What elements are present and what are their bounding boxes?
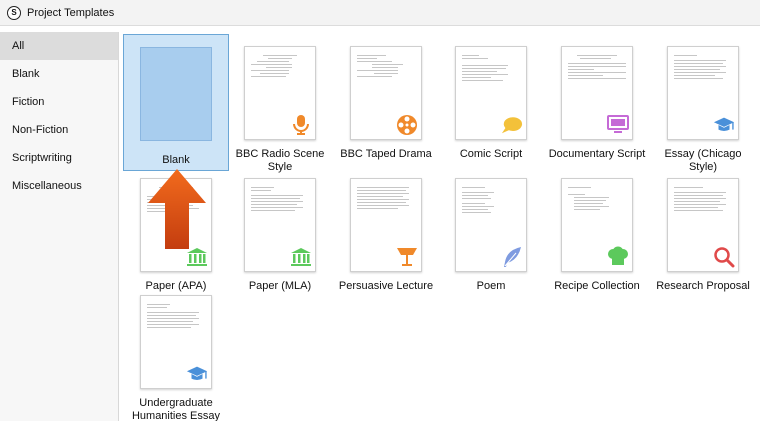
template-label: Paper (MLA)	[248, 280, 312, 292]
sidebar-item-scriptwriting[interactable]: Scriptwriting	[0, 144, 118, 172]
template-label-line: Humanities Essay	[131, 410, 221, 421]
template-thumbnail	[123, 283, 229, 401]
institution-icon	[290, 246, 312, 268]
template-label: Undergraduate Humanities Essay	[123, 397, 229, 421]
template-thumbnail	[227, 34, 333, 152]
sidebar-item-label: All	[12, 40, 25, 52]
template-label: Documentary Script	[548, 148, 646, 160]
template-essay-chicago-style[interactable]: Essay (Chicago Style)	[650, 34, 756, 174]
sidebar-item-blank[interactable]: Blank	[0, 60, 118, 88]
blank-page-icon	[140, 46, 212, 141]
film-reel-icon	[396, 114, 418, 136]
template-persuasive-lecture[interactable]: Persuasive Lecture	[333, 166, 439, 293]
graduation-cap-icon	[186, 363, 208, 385]
template-undergraduate-humanities-essay[interactable]: Undergraduate Humanities Essay	[123, 283, 229, 421]
template-label: Persuasive Lecture	[338, 280, 434, 292]
sidebar-item-label: Scriptwriting	[12, 152, 72, 164]
template-thumbnail	[123, 34, 229, 152]
sidebar-item-non-fiction[interactable]: Non-Fiction	[0, 116, 118, 144]
template-bbc-radio-scene-style[interactable]: BBC Radio Scene Style	[227, 34, 333, 174]
template-comic-script[interactable]: Comic Script	[438, 34, 544, 161]
template-recipe-collection[interactable]: Recipe Collection	[544, 166, 650, 293]
template-thumbnail	[650, 166, 756, 284]
chef-hat-icon	[607, 246, 629, 268]
template-thumbnail	[333, 166, 439, 284]
template-thumbnail	[650, 34, 756, 152]
category-sidebar: All Blank Fiction Non-Fiction Scriptwrit…	[0, 32, 119, 421]
sidebar-item-label: Miscellaneous	[12, 180, 82, 192]
template-thumbnail	[227, 166, 333, 284]
sidebar-item-miscellaneous[interactable]: Miscellaneous	[0, 172, 118, 200]
template-thumbnail	[333, 34, 439, 152]
template-label: Poem	[476, 280, 506, 292]
lectern-icon	[396, 246, 418, 268]
template-label: Comic Script	[459, 148, 523, 160]
sidebar-item-label: Non-Fiction	[12, 124, 69, 136]
template-label: Research Proposal	[656, 280, 750, 292]
template-thumbnail	[438, 34, 544, 152]
app-icon: S	[7, 5, 21, 20]
sidebar-item-fiction[interactable]: Fiction	[0, 88, 118, 116]
template-research-proposal[interactable]: Research Proposal	[650, 166, 756, 293]
template-paper-mla[interactable]: Paper (MLA)	[227, 166, 333, 293]
up-arrow-icon	[148, 169, 206, 249]
template-thumbnail	[438, 166, 544, 284]
template-thumbnail	[544, 34, 650, 152]
template-label: Recipe Collection	[554, 280, 640, 292]
template-thumbnail	[544, 166, 650, 284]
template-documentary-script[interactable]: Documentary Script	[544, 34, 650, 161]
template-blank[interactable]: Blank	[123, 34, 229, 171]
title-bar: S Project Templates	[0, 0, 760, 26]
magnifier-icon	[713, 246, 735, 268]
monitor-icon	[607, 114, 629, 136]
speech-bubble-icon	[501, 114, 523, 136]
sidebar-item-label: Blank	[12, 68, 40, 80]
sidebar-item-label: Fiction	[12, 96, 45, 108]
graduation-cap-icon	[713, 114, 735, 136]
template-poem[interactable]: Poem	[438, 166, 544, 293]
template-label: BBC Taped Drama	[340, 148, 432, 160]
microphone-icon	[290, 114, 312, 136]
template-grid: Blank BBC Radio Scene Style BBC Taped Dr…	[120, 32, 760, 421]
template-label-line: Undergraduate	[139, 397, 213, 409]
template-bbc-taped-drama[interactable]: BBC Taped Drama	[333, 34, 439, 161]
feather-icon	[501, 246, 523, 268]
institution-icon	[186, 246, 208, 268]
sidebar-item-all[interactable]: All	[0, 32, 118, 60]
window-title: Project Templates	[27, 6, 115, 19]
